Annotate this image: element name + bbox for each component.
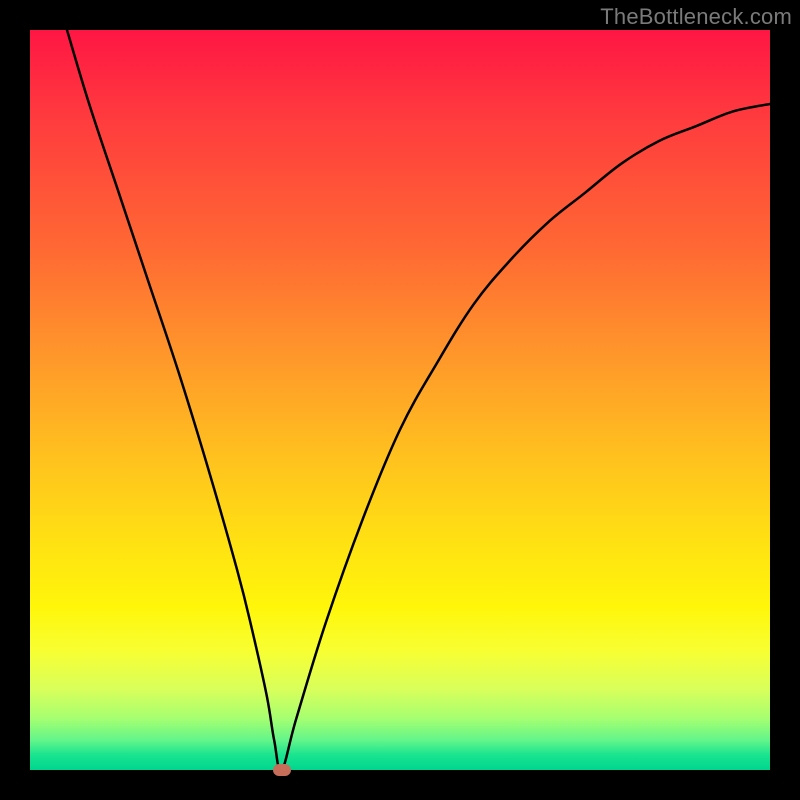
curve-svg <box>30 30 770 770</box>
bottleneck-curve-path <box>67 30 770 770</box>
watermark-text: TheBottleneck.com <box>600 4 792 30</box>
plot-area <box>30 30 770 770</box>
chart-frame: TheBottleneck.com <box>0 0 800 800</box>
optimal-marker <box>273 764 291 776</box>
